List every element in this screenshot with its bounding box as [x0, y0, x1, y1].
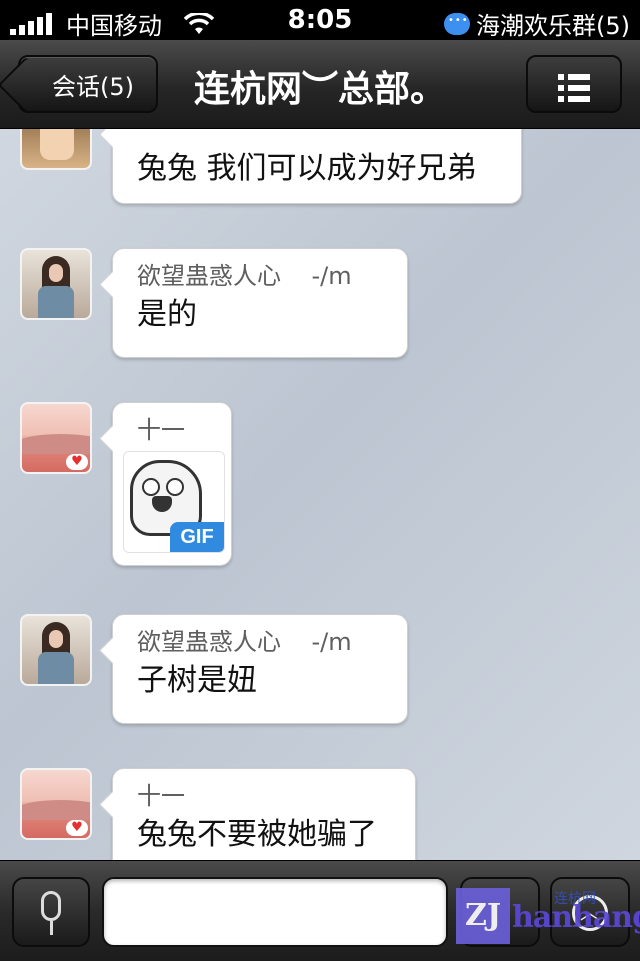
sender-name: 十一 [137, 782, 185, 810]
status-bar: 中国移动 8:05 海潮欢乐群(5) [0, 0, 640, 40]
sender-name: 欲望蛊惑人心 -/m [137, 628, 352, 656]
message-text: 子树是妞 [137, 663, 257, 698]
back-button-label: 会话(5) [52, 72, 134, 101]
heart-icon: ♥ [66, 820, 88, 836]
message-bubble[interactable]: 欲望蛊惑人心 -/m 子树是妞 [112, 614, 408, 724]
emoji-button[interactable] [460, 877, 540, 947]
input-toolbar: ︿ [0, 860, 640, 961]
gif-badge: GIF [170, 522, 224, 552]
chat-title: 连杭网︶总部。 [193, 69, 446, 110]
voice-input-button[interactable] [12, 877, 90, 947]
message-bubble[interactable]: 兔兔 我们可以成为好兄弟 [112, 128, 522, 204]
gif-sticker[interactable]: GIF [123, 451, 225, 553]
microphone-icon [41, 891, 61, 921]
message-text: 兔兔不要被她骗了 [137, 817, 377, 852]
chevron-up-icon: ︿ [572, 895, 608, 931]
message-list[interactable]: 兔兔 我们可以成为好兄弟 欲望蛊惑人心 -/m 是的 ♥ 十一 GIF 欲望蛊惑… [0, 128, 640, 860]
message-text: 兔兔 我们可以成为好兄弟 [137, 151, 477, 186]
sender-name: 欲望蛊惑人心 -/m [137, 262, 352, 290]
message-text: 是的 [137, 297, 197, 332]
heart-icon: ♥ [66, 454, 88, 470]
list-icon [558, 73, 590, 106]
back-button[interactable]: 会话(5) [18, 55, 158, 113]
navigation-bar: 会话(5) 连杭网︶总部。 [0, 40, 640, 129]
message-input[interactable] [102, 877, 448, 947]
message-bubble[interactable]: 欲望蛊惑人心 -/m 是的 [112, 248, 408, 358]
sender-name: 十一 [137, 416, 185, 444]
chat-notification-icon [444, 12, 470, 35]
girl-avatar[interactable] [20, 248, 92, 320]
notification-text: 海潮欢乐群(5) [476, 12, 630, 40]
landscape-avatar[interactable]: ♥ [20, 768, 92, 840]
members-list-button[interactable] [526, 55, 622, 113]
boy-avatar[interactable] [20, 128, 92, 170]
more-options-button[interactable]: ︿ [550, 877, 630, 947]
girl-avatar[interactable] [20, 614, 92, 686]
landscape-avatar[interactable]: ♥ [20, 402, 92, 474]
message-bubble[interactable]: 十一 兔兔不要被她骗了 [112, 768, 416, 860]
message-bubble[interactable]: 十一 GIF [112, 402, 232, 566]
